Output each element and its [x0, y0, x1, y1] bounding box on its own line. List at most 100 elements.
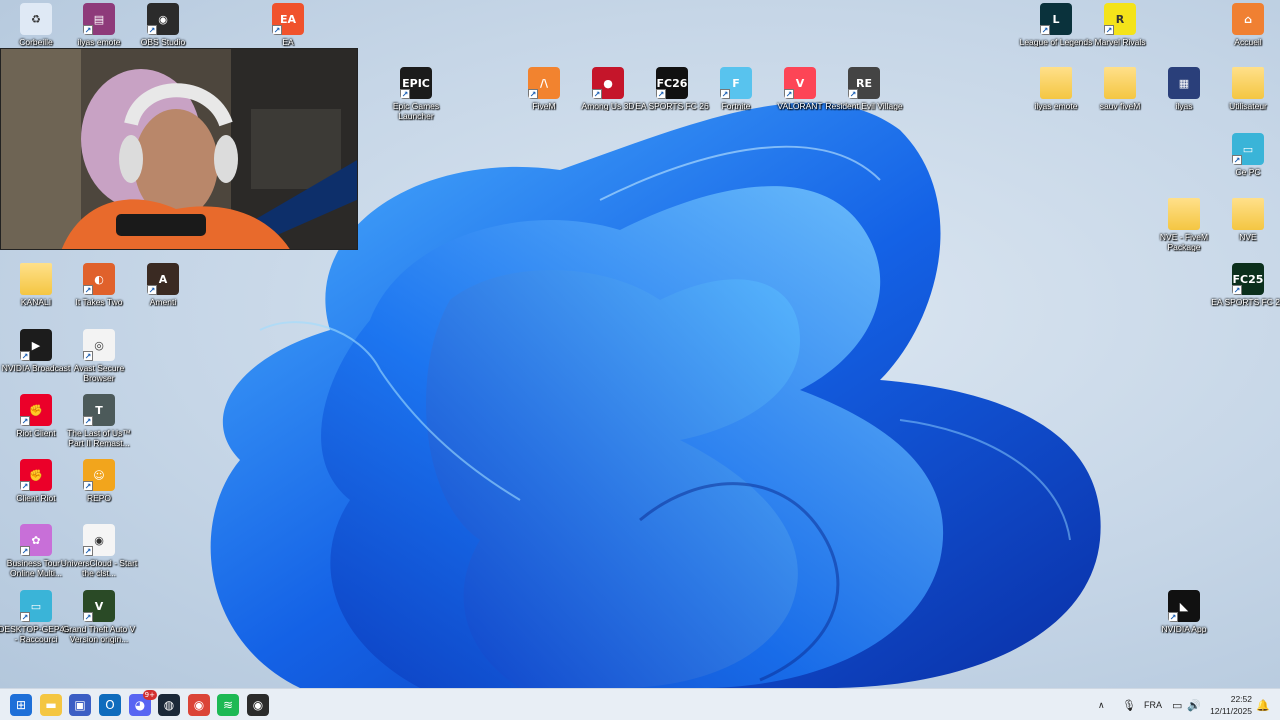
outlook-icon[interactable]: O: [99, 694, 121, 716]
shortcut-arrow-icon: ↗: [147, 25, 157, 35]
desktop-icon[interactable]: ● ↗ Among Us 3D: [572, 67, 644, 129]
clock[interactable]: 22:52 12/11/2025: [1210, 693, 1252, 717]
epic-games-icon: EPIC ↗: [400, 67, 432, 99]
desktop-icon[interactable]: NVE - FiveM Package: [1148, 198, 1220, 260]
desktop-icon[interactable]: ◣ ↗ NVIDIA App: [1148, 590, 1220, 652]
file-explorer-icon[interactable]: ▬: [40, 694, 62, 716]
icon-symbol: EA: [279, 12, 297, 26]
volume-icon[interactable]: 🔊: [1187, 689, 1201, 720]
desktop-icon[interactable]: T ↗ The Last of Us™ Part II Remast...: [63, 394, 135, 456]
shortcut-arrow-icon: ↗: [83, 285, 93, 295]
desktop-icon[interactable]: V ↗ VALORANT: [764, 67, 836, 129]
desktop-icon-label: Utilisateur: [1229, 101, 1267, 111]
desktop-icon-label: OBS Studio: [140, 37, 186, 47]
shortcut-arrow-icon: ↗: [1232, 285, 1242, 295]
fivem-icon: /\ ↗: [528, 67, 560, 99]
winrar-icon: ▤ ↗: [83, 3, 115, 35]
desktop-icon[interactable]: ☺ ↗ REPO: [63, 459, 135, 521]
obs-taskbar-icon[interactable]: ◉: [247, 694, 269, 716]
show-hidden-icons-button[interactable]: ∧: [1098, 689, 1105, 720]
steam-icon[interactable]: ◍: [158, 694, 180, 716]
desktop-icon[interactable]: L ↗ League of Legends: [1020, 3, 1092, 65]
desktop-icon[interactable]: FC25 ↗ EA SPORTS FC 25: [1211, 263, 1280, 325]
icon-symbol: ▤: [93, 12, 105, 26]
nvidia-app-icon: ◣ ↗: [1168, 590, 1200, 622]
fortnite-icon: F ↗: [720, 67, 752, 99]
desktop-icon[interactable]: EA ↗ EA: [252, 3, 324, 65]
desktop-icon[interactable]: ▭ ↗ Ce PC: [1212, 133, 1280, 195]
league-icon: L ↗: [1040, 3, 1072, 35]
desktop-icon[interactable]: F ↗ Fortnite: [700, 67, 772, 129]
chrome-icon[interactable]: ◉: [188, 694, 210, 716]
discord-badge: 9+: [142, 690, 157, 700]
desktop-icon[interactable]: RE ↗ Resident Evil Village: [825, 67, 903, 129]
amenti-icon: A ↗: [147, 263, 179, 295]
desktop-icon[interactable]: ◉ ↗ UniversCloud - Start the clst...: [61, 524, 137, 586]
shortcut-arrow-icon: ↗: [272, 25, 282, 35]
desktop-icon[interactable]: ◐ ↗ It Takes Two: [63, 263, 135, 325]
desktop[interactable]: ♻ Corbeille ▤ ↗ ilyas emote ◉ ↗ OBS Studio EA ↗ EA…: [0, 0, 1280, 688]
desktop-icon[interactable]: KANALI: [0, 263, 72, 325]
desktop-icon[interactable]: NVE: [1212, 198, 1280, 260]
notification-icon[interactable]: 🔔: [1256, 689, 1270, 720]
shortcut-arrow-icon: ↗: [83, 25, 93, 35]
avast-browser-icon: ◎ ↗: [83, 329, 115, 361]
shortcut-arrow-icon: ↗: [592, 89, 602, 99]
desktop-icon-label: NVIDIA App: [1161, 624, 1207, 634]
among-us-icon: ● ↗: [592, 67, 624, 99]
it-takes-two-icon: ◐ ↗: [83, 263, 115, 295]
icon-symbol: FC26: [656, 76, 688, 90]
desktop-icon[interactable]: ilyas emote: [1020, 67, 1092, 129]
shortcut-arrow-icon: ↗: [720, 89, 730, 99]
shortcut-arrow-icon: ↗: [848, 89, 858, 99]
desktop-icon[interactable]: ◎ ↗ Avast Secure Browser: [63, 329, 135, 391]
desktop-icon[interactable]: V ↗ Grand Theft Auto V Version origin...: [63, 590, 135, 652]
discord-icon[interactable]: ◕ 9+: [129, 690, 157, 716]
desktop-icon[interactable]: ▦ ilyas: [1148, 67, 1220, 129]
icon-symbol: R: [1115, 12, 1125, 26]
taskbar-symbol: ◉: [193, 698, 205, 712]
icon-symbol: ✿: [31, 533, 41, 547]
desktop-icon[interactable]: ♻ Corbeille: [0, 3, 72, 65]
icon-symbol: ▭: [1242, 142, 1254, 156]
desktop-icon[interactable]: EPIC ↗ Epic Games Launcher: [380, 67, 452, 129]
shortcut-arrow-icon: ↗: [1168, 612, 1178, 622]
desktop-icon[interactable]: ◉ ↗ OBS Studio: [127, 3, 199, 65]
monitor-icon: ▭ ↗: [1232, 133, 1264, 165]
store-icon[interactable]: ▣: [69, 694, 91, 716]
icon-symbol: A: [158, 272, 168, 286]
desktop-icon[interactable]: /\ ↗ FiveM: [508, 67, 580, 129]
desktop-icon[interactable]: ⌂ Accueil: [1212, 3, 1280, 65]
desktop-icon[interactable]: sauv fiveM: [1084, 67, 1156, 129]
spotify-icon[interactable]: ≋: [217, 694, 239, 716]
shortcut-arrow-icon: ↗: [20, 416, 30, 426]
windows-start-icon[interactable]: ⊞: [10, 694, 32, 716]
shortcut-arrow-icon: ↗: [1104, 25, 1114, 35]
folder-icon: [1040, 67, 1072, 99]
shortcut-arrow-icon: ↗: [400, 89, 410, 99]
language-indicator[interactable]: FRA: [1144, 689, 1162, 720]
microphone-icon[interactable]: 🎙: [1122, 689, 1136, 720]
recycle-bin-icon: ♻: [20, 3, 52, 35]
icon-symbol: ☺: [93, 468, 105, 482]
fc26-icon: FC26 ↗: [656, 67, 688, 99]
desktop-icon[interactable]: ✊ ↗ Client Riot: [0, 459, 72, 521]
icon-symbol: ✊: [29, 468, 43, 482]
icon-symbol: EPIC: [402, 76, 430, 90]
desktop-icon[interactable]: Utilisateur: [1212, 67, 1280, 129]
network-icon[interactable]: ▭: [1172, 689, 1182, 720]
desktop-icon[interactable]: R ↗ Marvel Rivals: [1084, 3, 1156, 65]
riot-client-icon: ✊ ↗: [20, 459, 52, 491]
repo-icon: ☺ ↗: [83, 459, 115, 491]
icon-symbol: ●: [603, 76, 613, 90]
icon-symbol: FC25: [1232, 272, 1264, 286]
icon-symbol: ▶: [31, 338, 41, 352]
taskbar-symbol: ◍: [163, 698, 175, 712]
shortcut-arrow-icon: ↗: [656, 89, 666, 99]
desktop-icon[interactable]: FC26 ↗ EA SPORTS FC 26: [635, 67, 709, 129]
desktop-icon[interactable]: ▤ ↗ ilyas emote: [63, 3, 135, 65]
ea-icon: EA ↗: [272, 3, 304, 35]
desktop-icon[interactable]: A ↗ Amenti: [127, 263, 199, 325]
desktop-icon-label: Amenti: [149, 297, 177, 307]
icon-symbol: ◉: [158, 12, 168, 26]
